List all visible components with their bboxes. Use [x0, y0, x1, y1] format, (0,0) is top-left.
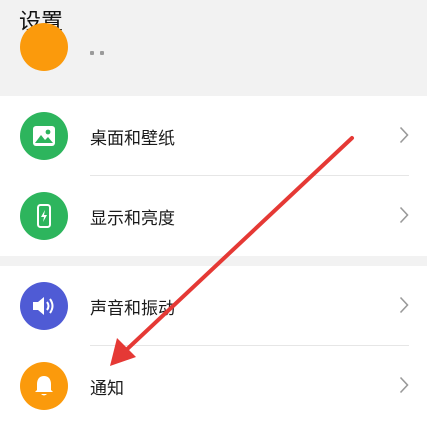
settings-item-label: 显示和亮度: [90, 209, 175, 229]
speaker-icon: [20, 282, 68, 330]
orange-circle-icon[interactable]: [20, 23, 68, 71]
settings-group-display: 桌面和壁纸 显示和亮度: [0, 96, 427, 256]
settings-item-label: 桌面和壁纸: [90, 129, 175, 149]
header: 设置: [0, 0, 427, 85]
wallpaper-icon: [20, 112, 68, 160]
chevron-right-icon: [399, 126, 409, 144]
settings-item-label: 通知: [90, 379, 124, 399]
chevron-right-icon: [399, 376, 409, 394]
partial-item-label: [90, 40, 110, 59]
chevron-right-icon: [399, 206, 409, 224]
settings-item-notifications[interactable]: 通知: [0, 346, 427, 426]
bell-icon: [20, 362, 68, 410]
settings-item-label: 声音和振动: [90, 299, 175, 319]
settings-item-sound-vibration[interactable]: 声音和振动: [0, 266, 427, 346]
settings-item-display-brightness[interactable]: 显示和亮度: [0, 176, 427, 256]
settings-group-sound: 声音和振动 通知: [0, 266, 427, 429]
display-brightness-icon: [20, 192, 68, 240]
settings-item-desktop-wallpaper[interactable]: 桌面和壁纸: [0, 96, 427, 176]
chevron-right-icon: [399, 296, 409, 314]
